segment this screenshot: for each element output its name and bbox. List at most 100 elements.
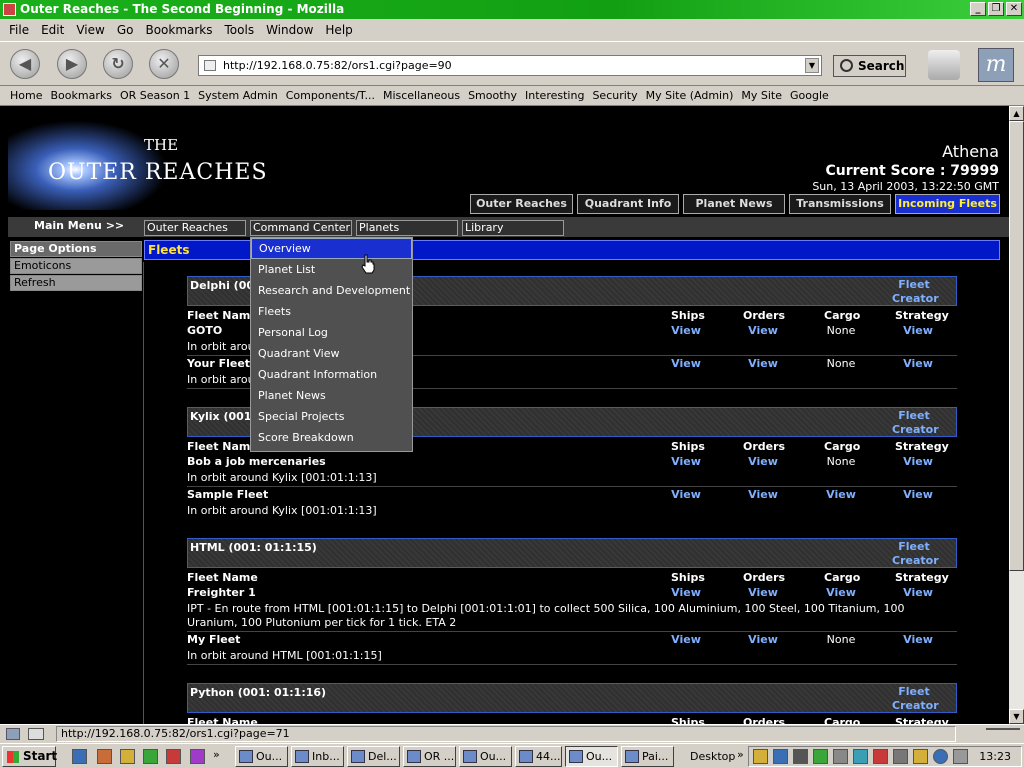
tray-icon[interactable] xyxy=(813,749,828,764)
fleet-creator-link[interactable]: Fleet Creator xyxy=(892,540,939,568)
dropdown-item-quadrant-information[interactable]: Quadrant Information xyxy=(251,364,412,385)
orders-view-link[interactable]: View xyxy=(748,357,778,370)
main-menu-command-center[interactable]: Command Center xyxy=(250,220,352,236)
cargo-view-link[interactable]: View xyxy=(824,488,858,501)
menu-edit[interactable]: Edit xyxy=(35,23,70,37)
tab-incoming-fleets[interactable]: Incoming Fleets xyxy=(895,194,1000,214)
quicklaunch-icon[interactable] xyxy=(166,749,181,764)
fleet-creator-link[interactable]: Fleet Creator xyxy=(892,409,939,437)
bookmark-security[interactable]: Security xyxy=(588,89,641,102)
quicklaunch-icon[interactable] xyxy=(120,749,135,764)
strategy-view-link[interactable]: View xyxy=(895,357,941,370)
dropdown-item-planet-news[interactable]: Planet News xyxy=(251,385,412,406)
bookmark-miscellaneous[interactable]: Miscellaneous xyxy=(379,89,464,102)
ships-view-link[interactable]: View xyxy=(671,357,701,370)
menu-bookmarks[interactable]: Bookmarks xyxy=(139,23,218,37)
tray-icon[interactable] xyxy=(913,749,928,764)
ships-view-link[interactable]: View xyxy=(671,586,701,599)
dropdown-item-fleets[interactable]: Fleets xyxy=(251,301,412,322)
stop-icon[interactable]: ✕ xyxy=(149,49,179,79)
tray-icon[interactable] xyxy=(773,749,788,764)
bookmark-components[interactable]: Components/T... xyxy=(282,89,379,102)
bookmark-google[interactable]: Google xyxy=(786,89,833,102)
quicklaunch-more-icon[interactable]: » xyxy=(213,748,220,761)
tray-icon[interactable] xyxy=(953,749,968,764)
menu-go[interactable]: Go xyxy=(111,23,140,37)
side-option-refresh[interactable]: Refresh xyxy=(10,275,142,291)
menu-file[interactable]: File xyxy=(3,23,35,37)
bookmark-home[interactable]: Home xyxy=(6,89,46,102)
ships-view-link[interactable]: View xyxy=(671,633,701,646)
main-menu-planets[interactable]: Planets xyxy=(356,220,458,236)
fleet-creator-link[interactable]: Fleet Creator xyxy=(892,685,939,713)
taskbar-item[interactable]: Del... xyxy=(347,746,400,767)
app-icon[interactable] xyxy=(3,3,16,16)
bookmark-bookmarks[interactable]: Bookmarks xyxy=(46,89,115,102)
taskbar-item[interactable]: Ou... xyxy=(459,746,512,767)
back-icon[interactable]: ◀ xyxy=(10,49,40,79)
volume-icon[interactable] xyxy=(893,749,908,764)
main-menu-library[interactable]: Library xyxy=(462,220,564,236)
scroll-down-icon[interactable]: ▼ xyxy=(1009,709,1024,724)
orders-view-link[interactable]: View xyxy=(748,633,778,646)
menu-tools[interactable]: Tools xyxy=(219,23,261,37)
site-logo[interactable]: THE OUTER REACHES xyxy=(8,120,278,212)
tab-transmissions[interactable]: Transmissions xyxy=(789,194,891,214)
cargo-view-link[interactable]: View xyxy=(824,586,858,599)
tab-outer-reaches[interactable]: Outer Reaches xyxy=(470,194,573,214)
taskbar-item[interactable]: Pai... xyxy=(621,746,674,767)
tab-planet-news[interactable]: Planet News xyxy=(683,194,785,214)
orders-view-link[interactable]: View xyxy=(748,324,778,337)
print-icon[interactable] xyxy=(928,50,960,80)
main-menu-outer-reaches[interactable]: Outer Reaches xyxy=(144,220,246,236)
minimize-button[interactable]: _ xyxy=(970,2,986,16)
search-button[interactable]: Search xyxy=(833,55,906,77)
strategy-view-link[interactable]: View xyxy=(895,455,941,468)
bookmark-my-site-admin[interactable]: My Site (Admin) xyxy=(642,89,738,102)
ships-view-link[interactable]: View xyxy=(671,488,701,501)
bookmark-smoothy[interactable]: Smoothy xyxy=(464,89,521,102)
tray-icon[interactable] xyxy=(873,749,888,764)
ships-view-link[interactable]: View xyxy=(671,455,701,468)
vertical-scrollbar[interactable]: ▲ ▼ xyxy=(1009,106,1024,724)
taskbar-item[interactable]: Ou... xyxy=(235,746,288,767)
desktop-more-icon[interactable]: » xyxy=(737,748,744,761)
ships-view-link[interactable]: View xyxy=(671,324,701,337)
bookmark-or-season-1[interactable]: OR Season 1 xyxy=(116,89,194,102)
quicklaunch-icon[interactable] xyxy=(72,749,87,764)
mozilla-logo-icon[interactable]: m xyxy=(978,48,1014,82)
strategy-view-link[interactable]: View xyxy=(895,586,941,599)
strategy-view-link[interactable]: View xyxy=(895,633,941,646)
tray-icon[interactable] xyxy=(853,749,868,764)
taskbar-item[interactable]: OR ... xyxy=(403,746,456,767)
dropdown-item-research[interactable]: Research and Development xyxy=(251,280,412,301)
url-dropdown-icon[interactable]: ▼ xyxy=(805,58,819,73)
orders-view-link[interactable]: View xyxy=(748,488,778,501)
restore-button[interactable]: ❐ xyxy=(988,2,1004,16)
desktop-toolbar-label[interactable]: Desktop xyxy=(690,747,735,766)
scroll-up-icon[interactable]: ▲ xyxy=(1009,106,1024,121)
dropdown-item-special-projects[interactable]: Special Projects xyxy=(251,406,412,427)
strategy-view-link[interactable]: View xyxy=(895,488,941,501)
menu-help[interactable]: Help xyxy=(319,23,358,37)
fleet-creator-link[interactable]: Fleet Creator xyxy=(892,278,939,306)
tray-icon[interactable] xyxy=(753,749,768,764)
clock[interactable]: 13:23 xyxy=(979,747,1011,766)
close-button[interactable]: ✕ xyxy=(1006,2,1022,16)
bookmark-my-site[interactable]: My Site xyxy=(737,89,786,102)
dropdown-item-overview[interactable]: Overview xyxy=(251,238,412,259)
dropdown-item-quadrant-view[interactable]: Quadrant View xyxy=(251,343,412,364)
tray-icon[interactable] xyxy=(833,749,848,764)
quicklaunch-icon[interactable] xyxy=(190,749,205,764)
component-bar-icon[interactable] xyxy=(28,728,44,740)
bookmark-system-admin[interactable]: System Admin xyxy=(194,89,282,102)
taskbar-item[interactable]: Inb... xyxy=(291,746,344,767)
tray-icon[interactable] xyxy=(933,749,948,764)
menu-window[interactable]: Window xyxy=(260,23,319,37)
taskbar-item-active[interactable]: Ou... xyxy=(565,746,618,767)
url-bar[interactable]: http://192.168.0.75:82/ors1.cgi?page=90 … xyxy=(198,55,822,76)
quicklaunch-icon[interactable] xyxy=(97,749,112,764)
quicklaunch-icon[interactable] xyxy=(143,749,158,764)
reload-icon[interactable]: ↻ xyxy=(103,49,133,79)
tray-icon[interactable] xyxy=(793,749,808,764)
